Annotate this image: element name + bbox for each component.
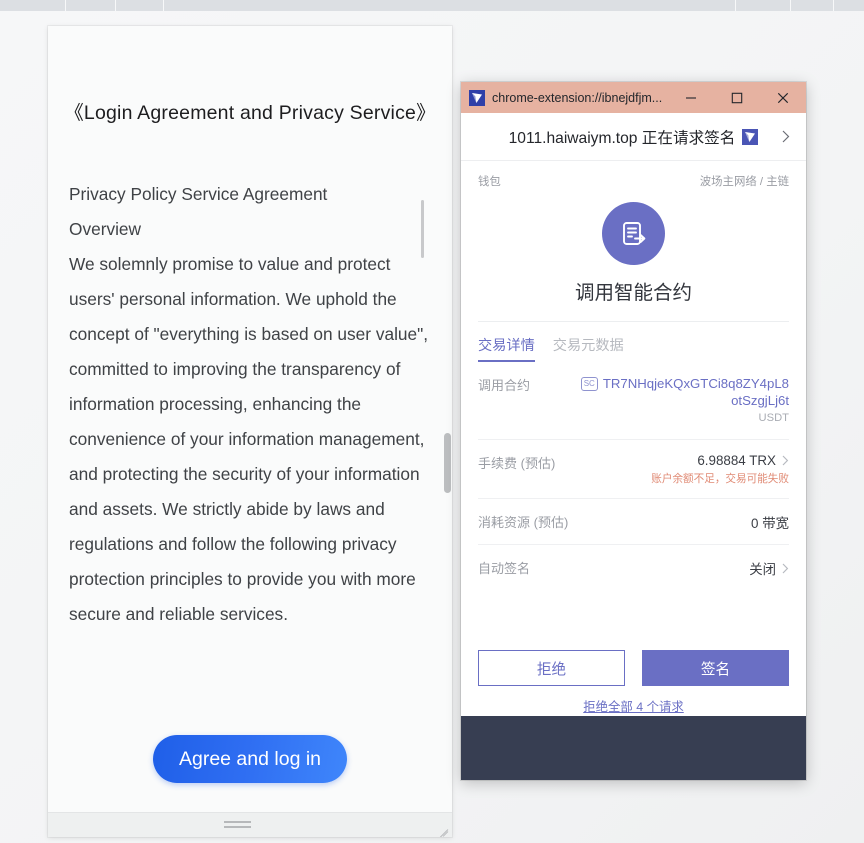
agreement-body: Privacy Policy Service Agreement Overvie…: [48, 177, 452, 632]
auto-sign-value: 关闭: [749, 558, 789, 578]
tab-divider: [735, 0, 736, 11]
next-request-button[interactable]: [775, 113, 797, 160]
tronlink-logo-icon: [469, 89, 485, 106]
agree-button-container: Agree and log in: [48, 735, 452, 783]
reject-all-requests-link[interactable]: 拒绝全部 4 个请求: [583, 700, 684, 714]
tronlink-badge-icon: [742, 128, 759, 145]
close-icon[interactable]: [760, 82, 806, 113]
window-dark-footer: [461, 716, 806, 780]
tab-divider: [833, 0, 834, 11]
tab-divider: [790, 0, 791, 11]
auto-sign-label: 自动签名: [478, 561, 531, 576]
agreement-subheading: Overview: [69, 219, 142, 239]
detail-row-auto-sign[interactable]: 自动签名 关闭: [478, 545, 789, 590]
panel-footer-bar: [48, 812, 452, 837]
chevron-right-icon[interactable]: [782, 563, 789, 574]
auto-sign-state: 关闭: [749, 562, 776, 577]
wallet-network-row: 钱包 波场主网络 / 主链: [461, 161, 806, 189]
minimize-icon[interactable]: [668, 82, 714, 113]
contract-value[interactable]: SC TR7NHqjeKQxGTCi8q8ZY4pL8 otSzgjLj6t U…: [580, 375, 789, 427]
resource-label: 消耗资源 (预估): [478, 515, 569, 530]
drag-handle-icon[interactable]: [224, 821, 251, 829]
window-title: chrome-extension://ibnejdfjm...: [492, 90, 663, 105]
detail-row-resource: 消耗资源 (预估) 0 带宽: [478, 499, 789, 545]
smart-contract-chip: SC: [580, 376, 598, 391]
detail-row-fee[interactable]: 手续费 (预估) 6.98884 TRX 账户余额不足，交易可能失败: [478, 440, 789, 499]
page-title: 《Login Agreement and Privacy Service》: [64, 102, 436, 124]
tab-divider: [115, 0, 116, 11]
login-agreement-panel: 《Login Agreement and Privacy Service》 Pr…: [48, 26, 452, 837]
reject-button[interactable]: 拒绝: [478, 650, 625, 686]
action-block: 调用智能合约: [461, 189, 806, 305]
agreement-inner-scrollbar[interactable]: [421, 200, 424, 258]
wallet-label: 钱包: [478, 176, 501, 188]
tab-divider: [65, 0, 66, 11]
sign-button[interactable]: 签名: [642, 650, 789, 686]
agreement-heading: Privacy Policy Service Agreement: [69, 184, 328, 204]
tab-transaction-metadata[interactable]: 交易元数据: [553, 335, 624, 362]
signature-request-header: 1011.haiwaiym.top 正在请求签名: [461, 113, 806, 161]
browser-tab-strip: [0, 0, 864, 11]
resource-value: 0 带宽: [751, 512, 789, 532]
fee-label: 手续费 (预估): [478, 456, 556, 471]
agreement-paragraph: We solemnly promise to value and protect…: [69, 254, 429, 624]
resource-amount: 0 带宽: [751, 516, 789, 531]
maximize-icon[interactable]: [714, 82, 760, 113]
action-buttons-area: 拒绝 签名 拒绝全部 4 个请求: [461, 650, 806, 716]
chevron-right-icon[interactable]: [782, 455, 789, 466]
primary-buttons-row: 拒绝 签名: [478, 650, 789, 686]
tronlink-signature-window: chrome-extension://ibnejdfjm... 1011.hai…: [461, 82, 806, 780]
contract-token: USDT: [758, 412, 789, 424]
contract-label: 调用合约: [478, 378, 531, 393]
contract-address-line2: otSzgjLj6t: [731, 393, 789, 408]
detail-row-contract: 调用合约 SC TR7NHqjeKQxGTCi8q8ZY4pL8 otSzgjL…: [478, 362, 789, 440]
fee-amount: 6.98884 TRX: [697, 453, 776, 468]
contract-address-line1: TR7NHqjeKQxGTCi8q8ZY4pL8: [602, 376, 789, 391]
window-titlebar[interactable]: chrome-extension://ibnejdfjm...: [461, 82, 806, 113]
smart-contract-icon: [602, 202, 665, 265]
signature-request-title: 1011.haiwaiym.top 正在请求签名: [508, 129, 736, 147]
agreement-scroll-area[interactable]: 《Login Agreement and Privacy Service》 Pr…: [48, 26, 452, 812]
tab-transaction-details[interactable]: 交易详情: [478, 335, 535, 362]
detail-tabs: 交易详情 交易元数据: [478, 321, 789, 362]
fee-value: 6.98884 TRX 账户余额不足，交易可能失败: [651, 453, 789, 486]
resize-grip-icon[interactable]: [436, 820, 449, 837]
tab-divider: [163, 0, 164, 11]
agree-and-login-button[interactable]: Agree and log in: [152, 735, 348, 783]
action-title: 调用智能合约: [574, 282, 692, 304]
page-scrollbar[interactable]: [444, 433, 451, 493]
reject-all-container: 拒绝全部 4 个请求: [478, 697, 789, 716]
network-label: 波场主网络 / 主链: [699, 176, 789, 188]
transaction-detail-list: 调用合约 SC TR7NHqjeKQxGTCi8q8ZY4pL8 otSzgjL…: [478, 362, 789, 590]
fee-warning: 账户余额不足，交易可能失败: [651, 473, 789, 485]
